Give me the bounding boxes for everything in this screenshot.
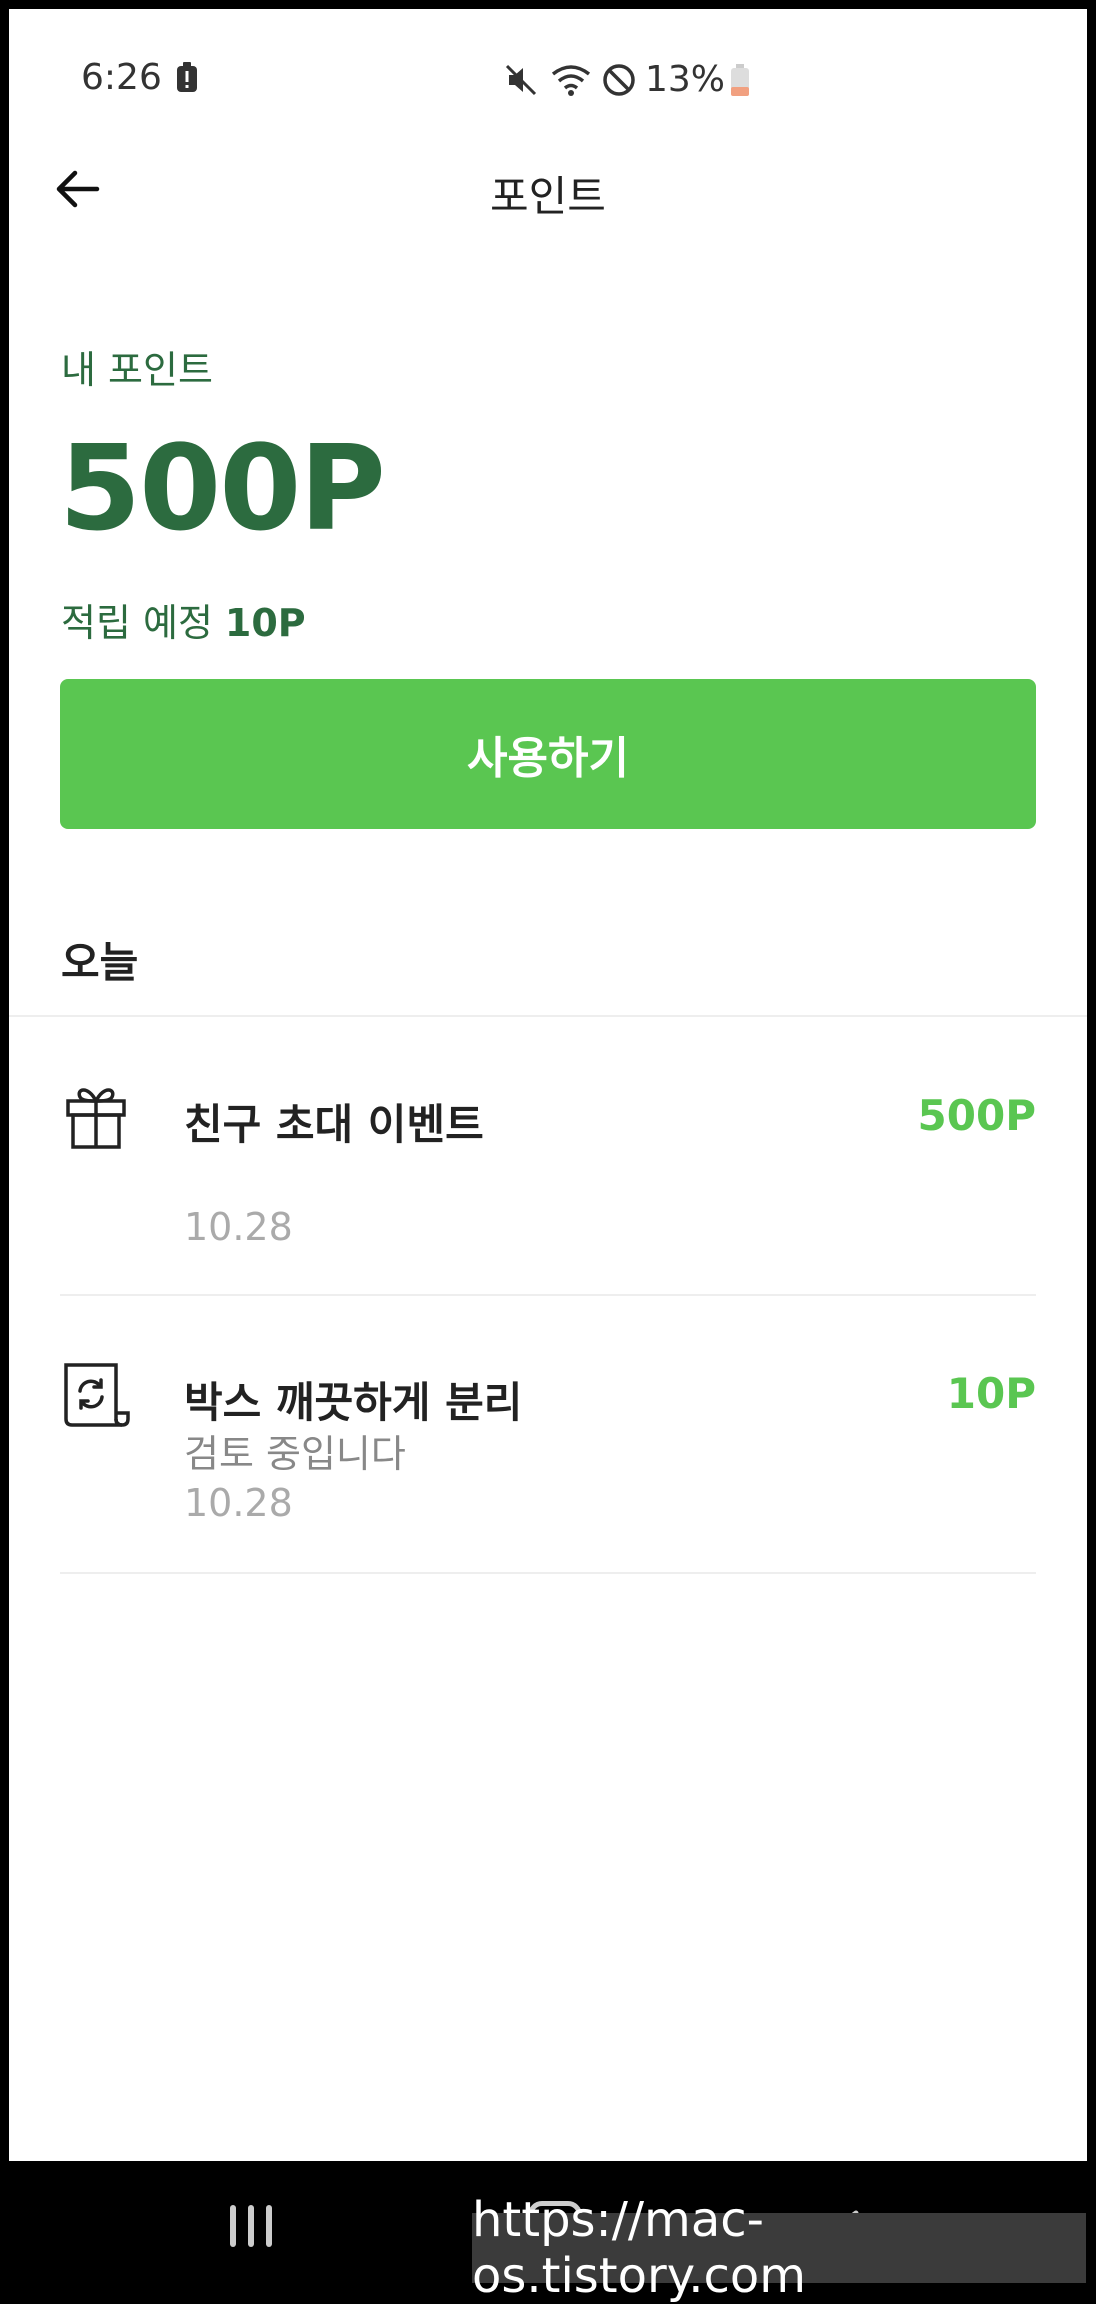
wifi-icon <box>551 64 591 96</box>
history-item[interactable]: 박스 깨끗하게 분리 10P 검토 중입니다 10.28 <box>60 1357 1036 1537</box>
use-points-button[interactable]: 사용하기 <box>60 679 1036 829</box>
divider <box>9 1015 1087 1017</box>
pending-label: 적립 예정 <box>61 601 213 645</box>
status-icons: 13% <box>503 59 751 100</box>
pending-points: 적립 예정 10P <box>61 592 306 647</box>
battery-icon <box>731 63 750 96</box>
app-screen: 6:26 13% 포인트 내 포인트 500P 적립 예정 10P 사용하기 오늘… <box>9 9 1087 2161</box>
divider <box>60 1572 1036 1574</box>
mute-icon <box>505 64 537 95</box>
watermark: https://mac-os.tistory.com <box>472 2192 1086 2304</box>
my-point-label: 내 포인트 <box>61 348 213 392</box>
app-bar: 포인트 <box>9 129 1087 249</box>
history-date: 10.28 <box>184 1205 293 1249</box>
recent-apps-button[interactable] <box>230 2205 272 2247</box>
history-title: 친구 초대 이벤트 <box>184 1100 484 1149</box>
point-balance: 500P <box>59 419 386 557</box>
history-amount: 500P <box>917 1091 1036 1140</box>
battery-alert-icon <box>175 61 199 97</box>
gift-icon <box>60 1079 132 1151</box>
pending-value: 10P <box>224 601 306 645</box>
history-amount: 10P <box>946 1369 1036 1418</box>
history-status: 검토 중입니다 <box>184 1432 406 1476</box>
battery-percent: 13% <box>645 59 726 100</box>
history-date: 10.28 <box>184 1481 293 1525</box>
status-bar: 6:26 13% <box>9 9 1087 129</box>
divider <box>60 1294 1036 1296</box>
page-title: 포인트 <box>490 172 606 221</box>
do-not-disturb-icon <box>603 63 635 96</box>
section-heading-today: 오늘 <box>61 938 139 987</box>
recycle-scroll-icon <box>60 1357 132 1429</box>
status-time: 6:26 <box>81 57 162 98</box>
history-item[interactable]: 친구 초대 이벤트 500P 10.28 <box>60 1079 1036 1259</box>
history-title: 박스 깨끗하게 분리 <box>184 1378 523 1427</box>
